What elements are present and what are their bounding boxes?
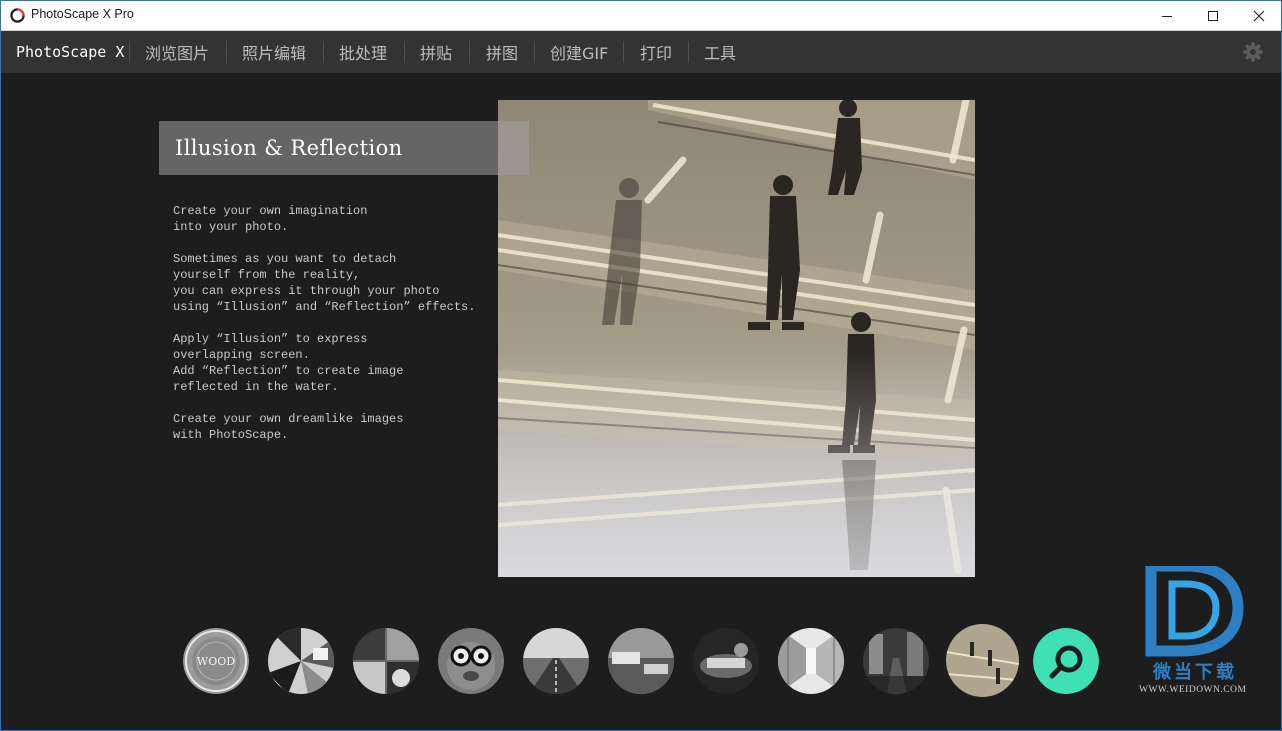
maximize-button[interactable] xyxy=(1190,0,1236,31)
close-icon xyxy=(1253,10,1265,21)
watermark-url: WWW.WEIDOWN.COM xyxy=(1139,685,1247,695)
menu-separator xyxy=(323,41,324,63)
description-paragraph: Create your own imagination into your ph… xyxy=(173,204,368,234)
feature-photo xyxy=(498,100,975,577)
description-paragraph: Create your own dreamlike images with Ph… xyxy=(173,412,404,442)
home-content: Illusion & Reflection Create your own im… xyxy=(1,73,1281,730)
feature-thumbnail-selected[interactable] xyxy=(946,624,1019,697)
feature-thumbnail[interactable] xyxy=(608,628,674,694)
watermark-name: 微当下载 xyxy=(1153,662,1237,683)
feature-title: Illusion & Reflection xyxy=(175,136,403,160)
minimize-button[interactable] xyxy=(1144,0,1190,31)
feature-title-box: Illusion & Reflection xyxy=(159,121,529,175)
feature-thumbnail[interactable] xyxy=(268,628,334,694)
thumbnail-label: WOOD xyxy=(197,655,235,668)
search-thumbnail-button[interactable] xyxy=(1033,628,1099,694)
menu-separator xyxy=(469,41,470,63)
feature-thumbnail[interactable] xyxy=(353,628,419,694)
menu-separator xyxy=(623,41,624,63)
menu-collage[interactable]: 拼贴 xyxy=(420,31,452,73)
menu-separator xyxy=(688,41,689,63)
menu-separator xyxy=(404,41,405,63)
description-paragraph: Sometimes as you want to detach yourself… xyxy=(173,252,476,314)
app-logo-icon xyxy=(10,8,25,23)
feature-thumbnail[interactable] xyxy=(523,628,589,694)
menu-separator xyxy=(129,41,130,63)
feature-description: Create your own imagination into your ph… xyxy=(173,203,503,459)
menu-home[interactable]: PhotoScape X xyxy=(16,31,124,73)
description-paragraph: Apply “Illusion” to express overlapping … xyxy=(173,332,404,394)
main-menu-bar: PhotoScape X 浏览图片 照片编辑 批处理 拼贴 拼图 创建GIF 打… xyxy=(0,31,1282,73)
menu-combine[interactable]: 拼图 xyxy=(486,31,518,73)
feature-thumbnail[interactable] xyxy=(778,628,844,694)
title-bar: PhotoScape X Pro xyxy=(0,0,1282,31)
menu-separator xyxy=(226,41,227,63)
feature-thumbnail[interactable] xyxy=(438,628,504,694)
menu-create-gif[interactable]: 创建GIF xyxy=(550,31,608,73)
maximize-icon xyxy=(1208,10,1218,21)
minimize-icon xyxy=(1162,15,1172,17)
menu-tools[interactable]: 工具 xyxy=(704,31,736,73)
menu-print[interactable]: 打印 xyxy=(640,31,672,73)
feature-thumbnail[interactable] xyxy=(693,628,759,694)
window-title: PhotoScape X Pro xyxy=(31,7,134,21)
menu-viewer[interactable]: 浏览图片 xyxy=(145,31,209,73)
close-button[interactable] xyxy=(1236,0,1282,31)
menu-separator xyxy=(534,41,535,63)
gear-icon[interactable] xyxy=(1242,41,1264,63)
menu-editor[interactable]: 照片编辑 xyxy=(242,31,306,73)
feature-thumbnail[interactable]: WOOD xyxy=(183,628,249,694)
feature-thumbnail[interactable] xyxy=(863,628,929,694)
menu-batch[interactable]: 批处理 xyxy=(339,31,387,73)
